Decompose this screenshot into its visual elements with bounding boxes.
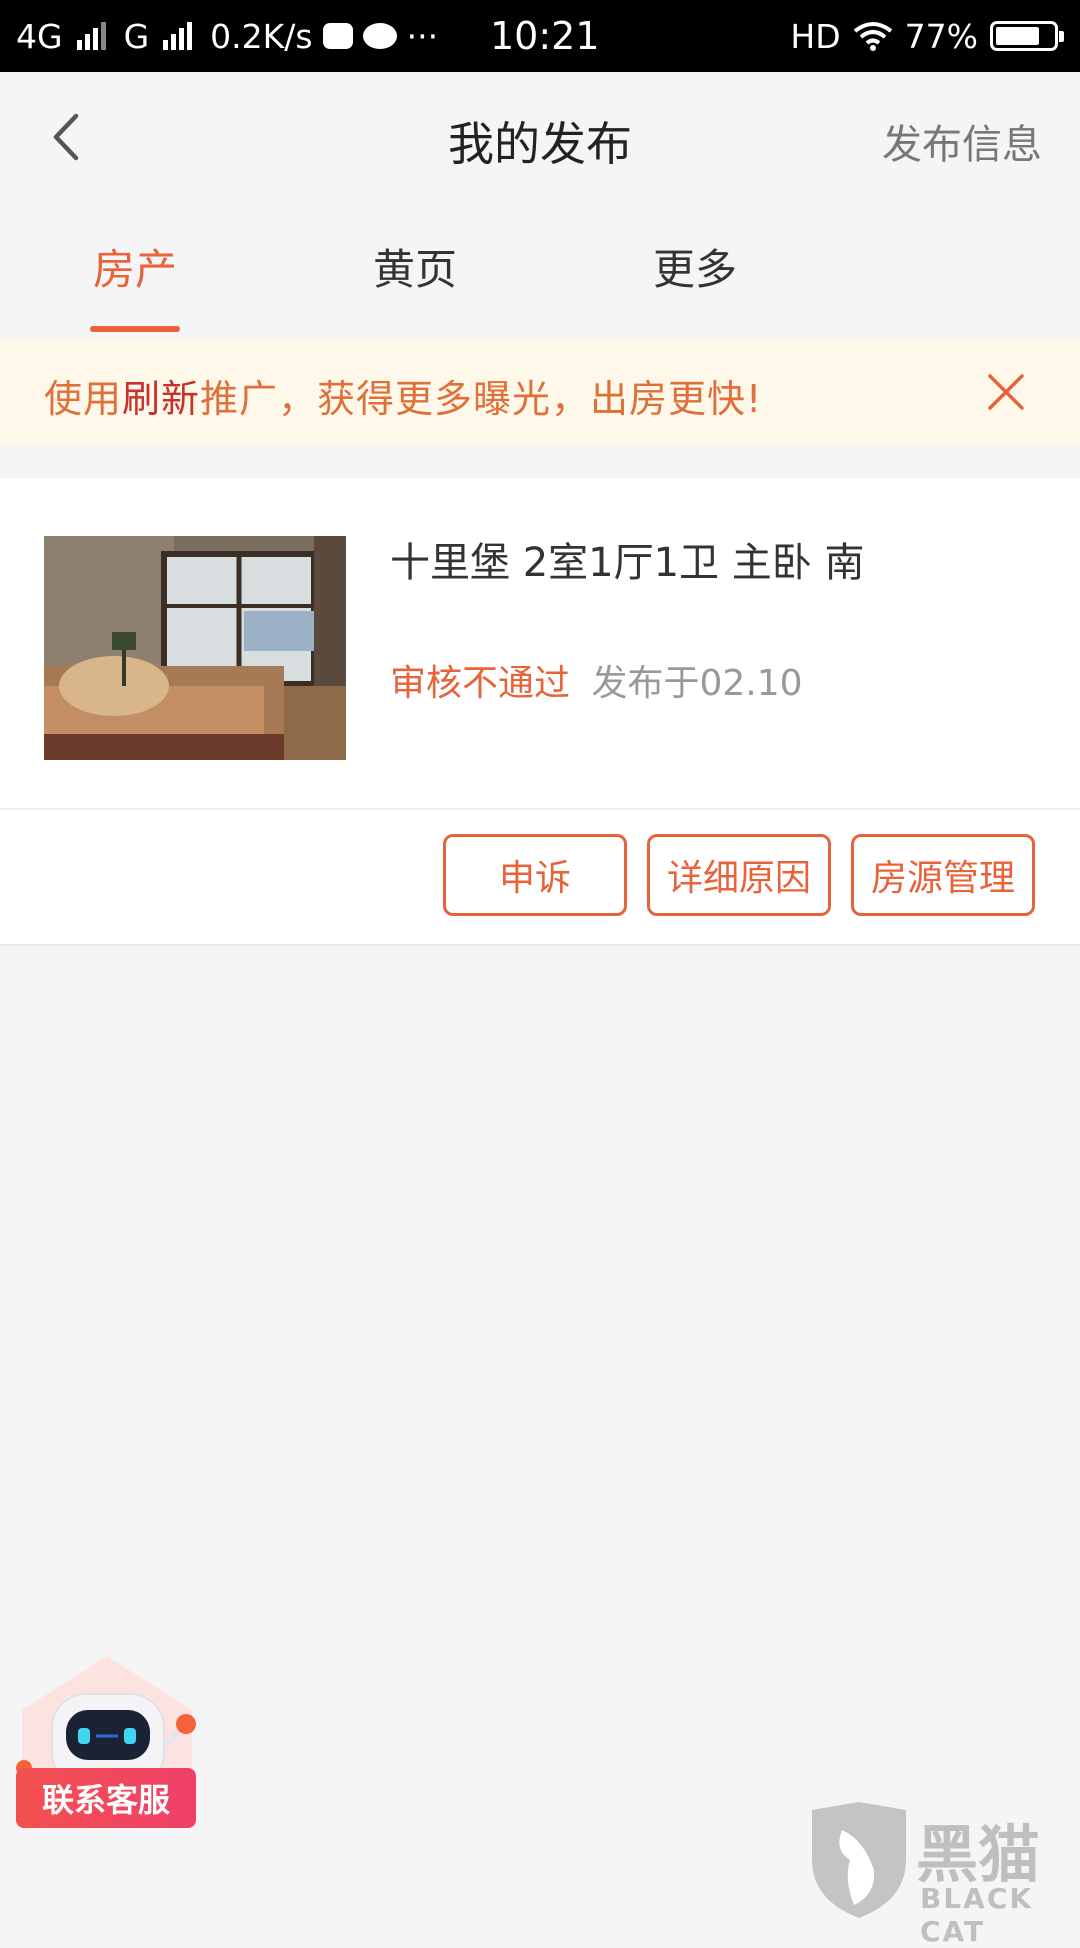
black-cat-watermark: 黑猫 BLACK CAT — [804, 1800, 1074, 1948]
customer-service-widget[interactable]: 联系客服 — [12, 1650, 202, 1840]
battery-icon — [990, 21, 1064, 51]
active-tab-indicator — [90, 326, 180, 332]
tab-more[interactable]: 更多 — [605, 236, 785, 297]
category-tabs: 房产 黄页 更多 — [0, 206, 1080, 338]
signal-icon — [76, 22, 106, 50]
promo-prefix: 使用 — [44, 377, 123, 421]
network-type-g: G — [123, 16, 150, 56]
network-speed: 0.2K/s — [210, 16, 313, 56]
close-icon[interactable] — [984, 370, 1028, 414]
listing-title[interactable]: 十里堡 2室1厅1卫 主卧 南 — [390, 530, 865, 588]
manage-listing-button[interactable]: 房源管理 — [851, 834, 1035, 916]
black-cat-shield-icon — [812, 1802, 906, 1918]
signal-icon-2 — [163, 22, 193, 50]
status-left: 4G G 0.2K/s ··· — [16, 0, 438, 72]
watermark-en: BLACK CAT — [920, 1882, 1034, 1948]
tab-real-estate[interactable]: 房产 — [45, 236, 225, 297]
more-notifications-icon: ··· — [406, 16, 439, 56]
contact-support-label[interactable]: 联系客服 — [16, 1768, 196, 1828]
promo-highlight[interactable]: 刷新 — [122, 377, 200, 421]
status-bar: 4G G 0.2K/s ··· 10:21 HD 77% — [0, 0, 1080, 72]
promo-text: 使用刷新推广，获得更多曝光，出房更快! — [44, 368, 762, 423]
listing-actions: 申诉 详细原因 房源管理 — [0, 810, 1080, 946]
listing-thumbnail[interactable] — [44, 536, 346, 760]
hd-indicator: HD — [790, 16, 841, 56]
tab-yellow-pages[interactable]: 黄页 — [325, 236, 505, 297]
chat-bubble-icon — [362, 23, 397, 49]
appeal-button[interactable]: 申诉 — [443, 834, 627, 916]
publish-date: 发布于02.10 — [591, 663, 803, 704]
room-photo — [44, 536, 346, 760]
detail-reason-button[interactable]: 详细原因 — [647, 834, 831, 916]
network-type-4g: 4G — [16, 16, 63, 56]
review-status-badge: 审核不通过 — [390, 663, 571, 704]
battery-percent: 77% — [904, 16, 978, 56]
wifi-icon — [853, 22, 892, 51]
publish-info-link[interactable]: 发布信息 — [882, 112, 1042, 170]
app-header: 我的发布 发布信息 — [0, 72, 1080, 206]
promo-suffix: 推广，获得更多曝光，出房更快! — [200, 377, 763, 421]
promo-banner: 使用刷新推广，获得更多曝光，出房更快! — [0, 338, 1080, 446]
watermark-cn: 黑猫 — [916, 1818, 1041, 1891]
listing-status-line: 审核不通过 发布于02.10 — [390, 654, 803, 706]
status-right: HD 77% — [790, 0, 1064, 72]
clock: 10:21 — [490, 14, 600, 58]
notification-bag-icon — [322, 23, 353, 49]
battery-fill — [996, 27, 1040, 45]
listing-card[interactable]: 十里堡 2室1厅1卫 主卧 南 审核不通过 发布于02.10 — [0, 478, 1080, 810]
